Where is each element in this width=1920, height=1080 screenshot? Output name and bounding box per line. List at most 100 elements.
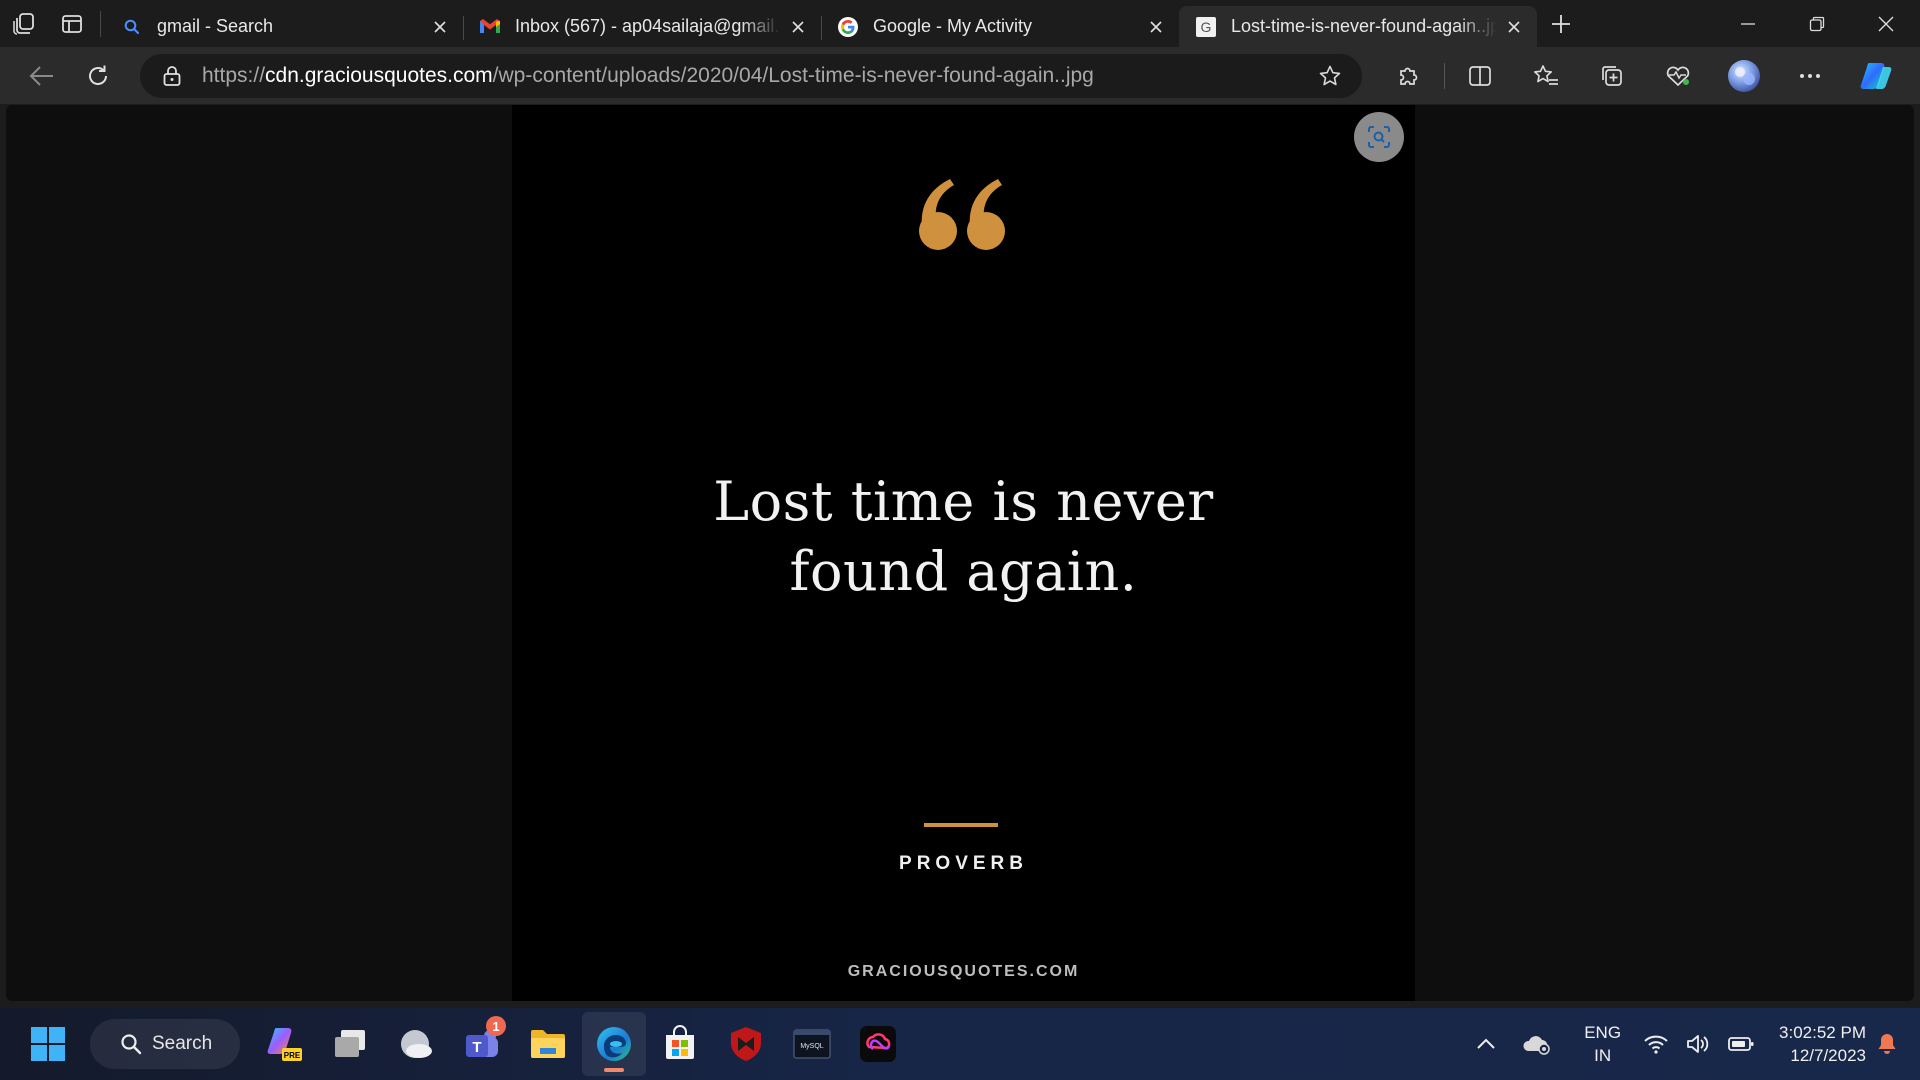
tab-strip-divider bbox=[100, 10, 101, 37]
search-icon bbox=[121, 16, 143, 38]
battery-button[interactable] bbox=[1719, 1019, 1763, 1069]
close-icon bbox=[1878, 16, 1893, 31]
close-window-button[interactable] bbox=[1851, 0, 1920, 47]
taskbar-mysql-workbench[interactable]: MySQL bbox=[780, 1012, 844, 1076]
google-icon bbox=[837, 16, 859, 38]
tab-gmail-inbox[interactable]: Inbox (567) - ap04sailaja@gmail.com bbox=[463, 8, 821, 46]
taskbar-mcafee[interactable] bbox=[714, 1012, 778, 1076]
workspaces-button[interactable] bbox=[0, 0, 48, 47]
creative-cloud-icon bbox=[860, 1026, 896, 1062]
quote-author: PROVERB bbox=[899, 853, 1028, 874]
favorites-list-icon bbox=[1534, 64, 1558, 85]
restore-button[interactable] bbox=[1782, 0, 1851, 47]
url-host: cdn.graciousquotes.com bbox=[265, 63, 493, 87]
mcafee-shield-icon bbox=[731, 1027, 761, 1061]
chevron-up-icon bbox=[1477, 1038, 1495, 1049]
visual-search-icon bbox=[1368, 126, 1390, 148]
refresh-button[interactable] bbox=[72, 54, 124, 98]
system-tray: ENG IN 3:02:52 PM 12/7/2023 bbox=[1468, 1008, 1920, 1080]
network-button[interactable] bbox=[1635, 1019, 1677, 1069]
folder-icon bbox=[531, 1030, 565, 1058]
quote-image[interactable]: Lost time is never found again. PROVERB … bbox=[512, 105, 1415, 1001]
tab-title: Lost-time-is-never-found-again..jpg bbox=[1231, 16, 1497, 36]
taskbar-task-view[interactable] bbox=[318, 1012, 382, 1076]
quotation-mark-icon bbox=[512, 175, 1415, 260]
close-icon[interactable] bbox=[429, 16, 451, 38]
language-indicator[interactable]: ENG IN bbox=[1570, 1021, 1635, 1067]
language-code: ENG bbox=[1584, 1023, 1622, 1042]
favorite-star-button[interactable] bbox=[1312, 58, 1348, 94]
minimize-button[interactable] bbox=[1713, 0, 1782, 47]
copilot-button[interactable] bbox=[1843, 54, 1909, 98]
url-path: /wp-content/uploads/2020/04/Lost-time-is… bbox=[492, 63, 1094, 87]
profile-button[interactable] bbox=[1711, 54, 1777, 98]
new-tab-button[interactable] bbox=[1537, 0, 1585, 47]
battery-icon bbox=[1728, 1037, 1754, 1051]
notification-badge: 1 bbox=[486, 1016, 506, 1036]
store-icon bbox=[666, 1025, 694, 1059]
favorites-button[interactable] bbox=[1513, 54, 1579, 98]
split-screen-button[interactable] bbox=[1447, 54, 1513, 98]
taskbar-file-explorer[interactable] bbox=[516, 1012, 580, 1076]
tab-lost-time-image[interactable]: G Lost-time-is-never-found-again..jpg bbox=[1179, 6, 1537, 47]
svg-text:G: G bbox=[1201, 19, 1212, 35]
onedrive-cloud-icon bbox=[1523, 1036, 1550, 1055]
url-scheme: https:// bbox=[202, 63, 266, 87]
copilot-icon bbox=[1860, 62, 1892, 89]
back-button[interactable] bbox=[16, 54, 68, 98]
cloud-icon bbox=[401, 1030, 432, 1058]
tab-title: Google - My Activity bbox=[873, 16, 1033, 36]
gmail-icon bbox=[479, 16, 501, 38]
tab-gmail-search[interactable]: gmail - Search bbox=[105, 8, 463, 46]
collections-button[interactable] bbox=[1579, 54, 1645, 98]
taskbar-creative-cloud[interactable] bbox=[846, 1012, 910, 1076]
workspaces-icon bbox=[13, 12, 34, 35]
browser-essentials-button[interactable] bbox=[1645, 54, 1711, 98]
extensions-button[interactable] bbox=[1376, 54, 1442, 98]
show-hidden-icons-button[interactable] bbox=[1468, 1019, 1504, 1069]
star-icon bbox=[1319, 65, 1341, 85]
clock-time: 3:02:52 PM bbox=[1779, 1023, 1866, 1042]
back-arrow-icon bbox=[29, 65, 53, 86]
address-bar[interactable]: https://cdn.graciousquotes.com/wp-conten… bbox=[140, 53, 1362, 98]
taskbar-edge[interactable] bbox=[582, 1012, 646, 1076]
visual-search-button[interactable] bbox=[1354, 112, 1404, 162]
taskbar-copilot-preview[interactable]: PRE bbox=[252, 1012, 316, 1076]
onedrive-button[interactable] bbox=[1504, 1019, 1570, 1069]
toolbar-divider bbox=[1444, 62, 1445, 89]
windows-taskbar: Search PRE T 1 MySQL ENG IN 3:02:52 PM 1… bbox=[0, 1008, 1920, 1080]
clock[interactable]: 3:02:52 PM 12/7/2023 bbox=[1763, 1021, 1872, 1067]
heart-pulse-icon bbox=[1666, 66, 1690, 86]
task-view-icon bbox=[335, 1030, 365, 1057]
window-controls bbox=[1713, 0, 1920, 47]
taskbar-microsoft-store[interactable] bbox=[648, 1012, 712, 1076]
wifi-icon bbox=[1644, 1035, 1668, 1054]
close-icon[interactable] bbox=[1503, 16, 1525, 38]
taskbar-search-label: Search bbox=[152, 1033, 213, 1054]
url-text[interactable]: https://cdn.graciousquotes.com/wp-conten… bbox=[202, 64, 1312, 88]
close-icon[interactable] bbox=[787, 16, 809, 38]
volume-button[interactable] bbox=[1677, 1019, 1719, 1069]
tab-title: Inbox (567) - ap04sailaja@gmail.com bbox=[515, 16, 781, 36]
svg-text:PRE: PRE bbox=[284, 1051, 301, 1060]
accent-divider bbox=[924, 823, 998, 827]
lock-icon[interactable] bbox=[160, 64, 184, 88]
svg-text:T: T bbox=[472, 1039, 481, 1056]
windows-logo-icon bbox=[31, 1027, 65, 1061]
speaker-icon bbox=[1687, 1035, 1709, 1053]
close-icon[interactable] bbox=[1145, 16, 1167, 38]
tab-strip: gmail - Search Inbox (567) - ap04sailaja… bbox=[0, 0, 1920, 47]
start-button[interactable] bbox=[16, 1012, 80, 1076]
tab-actions-button[interactable] bbox=[48, 0, 96, 47]
keyboard-region: IN bbox=[1594, 1046, 1612, 1065]
settings-and-more-button[interactable] bbox=[1777, 54, 1843, 98]
image-file-icon: G bbox=[1195, 16, 1217, 38]
notifications-button[interactable] bbox=[1872, 1019, 1920, 1069]
tab-google-my-activity[interactable]: Google - My Activity bbox=[821, 8, 1179, 46]
taskbar-weather[interactable] bbox=[384, 1012, 448, 1076]
tab-title: gmail - Search bbox=[157, 16, 274, 36]
taskbar-teams[interactable]: T 1 bbox=[450, 1012, 514, 1076]
toolbar-actions bbox=[1376, 54, 1909, 98]
taskbar-search[interactable]: Search bbox=[90, 1019, 240, 1069]
plus-icon bbox=[1552, 14, 1570, 33]
